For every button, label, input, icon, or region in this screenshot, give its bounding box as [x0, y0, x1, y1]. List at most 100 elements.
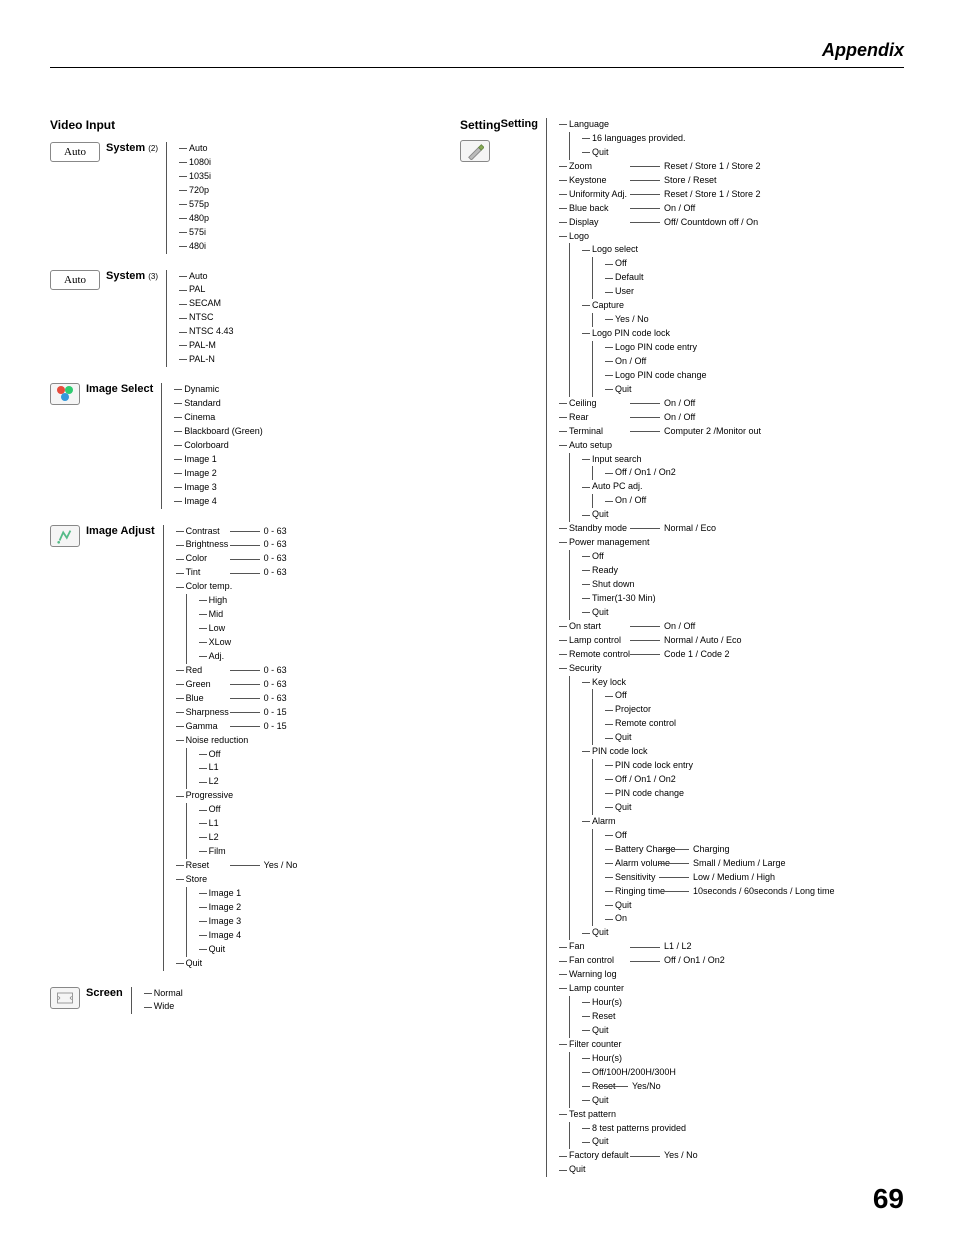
- tree-item: Key lock Off Projector Remote control Qu…: [582, 676, 835, 746]
- tree-item: PIN code lock entry: [605, 759, 835, 773]
- image-select-icon: [50, 383, 80, 405]
- tree-item: Image 2: [174, 467, 263, 481]
- system2-row: Auto System (2) Auto 1080i 1035i 720p 57…: [50, 142, 440, 254]
- tree-item: Input search Off / On1 / On2: [582, 453, 835, 481]
- page-number: 69: [873, 1183, 904, 1215]
- tree-item: PIN code change: [605, 787, 835, 801]
- tree-item: Off: [199, 803, 298, 817]
- tree-item: Normal: [144, 987, 183, 1001]
- tree-item: Warning log: [559, 968, 835, 982]
- tree-item: Lamp controlNormal / Auto / Eco: [559, 634, 835, 648]
- tree-item: L2: [199, 831, 298, 845]
- tree-item: Remote controlCode 1 / Code 2: [559, 648, 835, 662]
- screen-tree: Normal Wide: [131, 987, 183, 1015]
- tree-item: Standard: [174, 397, 263, 411]
- tree-item: Colorboard: [174, 439, 263, 453]
- tree-item: Logo Logo select Off Default User: [559, 230, 835, 397]
- tree-item: Default: [605, 271, 835, 285]
- tree-item: CeilingOn / Off: [559, 397, 835, 411]
- tree-item: Wide: [144, 1000, 183, 1014]
- tree-item: Quit: [605, 801, 835, 815]
- tree-item: PAL-N: [179, 353, 234, 367]
- tree-item: Color0 - 63: [176, 552, 298, 566]
- tree-item: On: [605, 912, 835, 926]
- tree-item: Logo PIN code lock Logo PIN code entry O…: [582, 327, 835, 397]
- tree-item: L1: [199, 817, 298, 831]
- right-column: Setting Setting Language 16 languages pr…: [460, 118, 904, 1193]
- setting-title: Setting: [460, 118, 501, 132]
- tree-item: Off: [582, 550, 835, 564]
- tree-item: Contrast0 - 63: [176, 525, 298, 539]
- tree-item: Factory defaultYes / No: [559, 1149, 835, 1163]
- setting-tree: Language 16 languages provided. Quit Zoo…: [546, 118, 835, 1177]
- image-adjust-icon: [50, 525, 80, 547]
- tree-item: Power management Off Ready Shut down Tim…: [559, 536, 835, 620]
- tree-item: Cinema: [174, 411, 263, 425]
- tree-item: Blue backOn / Off: [559, 202, 835, 216]
- tree-item: Film: [199, 845, 298, 859]
- system2-tree: Auto 1080i 1035i 720p 575p 480p 575i 480…: [166, 142, 211, 254]
- image-adjust-row: Image Adjust Contrast0 - 63 Brightness0 …: [50, 525, 440, 971]
- tree-item: FanL1 / L2: [559, 940, 835, 954]
- auto-icon: Auto: [50, 142, 100, 162]
- tree-item: 8 test patterns provided: [582, 1122, 835, 1136]
- tree-item: Dynamic: [174, 383, 263, 397]
- tree-item: Standby modeNormal / Eco: [559, 522, 835, 536]
- tree-item: On / Off: [605, 355, 835, 369]
- tree-item: Auto PC adj. On / Off: [582, 480, 835, 508]
- tree-item: 575p: [179, 198, 211, 212]
- tree-item: L2: [199, 775, 298, 789]
- tree-item: Quit: [582, 926, 835, 940]
- tree-item: Security Key lock Off Projector Remote c…: [559, 662, 835, 941]
- tree-item: Auto: [179, 270, 234, 284]
- tree-item: Quit: [605, 899, 835, 913]
- tree-item: Shut down: [582, 578, 835, 592]
- screen-label: Screen: [86, 987, 123, 999]
- tree-item: Logo PIN code entry: [605, 341, 835, 355]
- tree-item: Progressive Off L1 L2 Film: [176, 789, 298, 859]
- tree-item: Quit: [582, 1094, 835, 1108]
- system3-tree: Auto PAL SECAM NTSC NTSC 4.43 PAL-M PAL-…: [166, 270, 234, 368]
- tree-item: Off: [605, 257, 835, 271]
- tree-item: Image 4: [199, 929, 298, 943]
- tree-item: Ready: [582, 564, 835, 578]
- tree-item: Off / On1 / On2: [605, 773, 835, 787]
- tree-item: ResetYes / No: [176, 859, 298, 873]
- tree-item: High: [199, 594, 298, 608]
- tree-item: 575i: [179, 226, 211, 240]
- setting-root-label: Setting: [501, 118, 538, 130]
- image-adjust-label: Image Adjust: [86, 525, 155, 537]
- tree-item: Quit: [582, 508, 835, 522]
- tree-item: Timer(1-30 Min): [582, 592, 835, 606]
- setting-row: Setting Setting Language 16 languages pr…: [460, 118, 904, 1177]
- tree-item: Off: [605, 829, 835, 843]
- tree-item: ZoomReset / Store 1 / Store 2: [559, 160, 835, 174]
- tree-item: Auto: [179, 142, 211, 156]
- tree-item: Reset: [582, 1010, 835, 1024]
- tree-item: Quit: [582, 1024, 835, 1038]
- tree-item: 480p: [179, 212, 211, 226]
- tree-item: 1035i: [179, 170, 211, 184]
- tree-item: 1080i: [179, 156, 211, 170]
- tree-item: NTSC 4.43: [179, 325, 234, 339]
- tree-item: Quit: [582, 146, 835, 160]
- tree-item: DisplayOff/ Countdown off / On: [559, 216, 835, 230]
- system3-label: System (3): [106, 270, 158, 282]
- image-select-label: Image Select: [86, 383, 153, 395]
- tree-item: Tint0 - 63: [176, 566, 298, 580]
- tree-item: Adj.: [199, 650, 298, 664]
- tree-item: Gamma0 - 15: [176, 720, 298, 734]
- tree-item: Logo select Off Default User: [582, 243, 835, 299]
- tree-item: Test pattern 8 test patterns provided Qu…: [559, 1108, 835, 1150]
- tree-item: Quit: [605, 731, 835, 745]
- tree-item: PAL: [179, 283, 234, 297]
- tree-item: Low: [199, 622, 298, 636]
- tree-item: Off: [605, 689, 835, 703]
- auto-icon: Auto: [50, 270, 100, 290]
- tree-item: Off / On1 / On2: [605, 466, 835, 480]
- tree-item: Image 1: [174, 453, 263, 467]
- tree-item: On startOn / Off: [559, 620, 835, 634]
- tree-item: Off/100H/200H/300H: [582, 1066, 835, 1080]
- header-title: Appendix: [50, 40, 904, 68]
- tree-item: L1: [199, 761, 298, 775]
